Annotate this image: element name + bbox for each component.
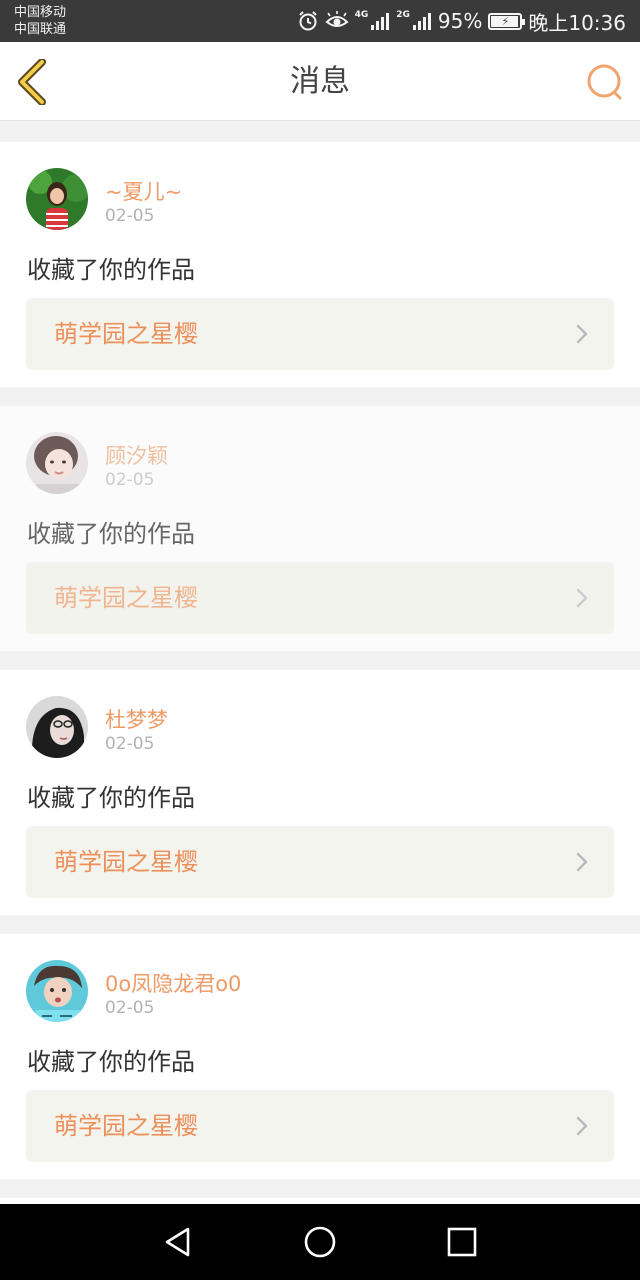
eye-icon (325, 11, 349, 31)
avatar-photo-icon (26, 960, 88, 1022)
battery-icon: ⚡ (488, 12, 526, 30)
message-card: 顾汐颖 02-05 收藏了你的作品 萌学园之星樱 (0, 406, 640, 651)
avatar[interactable] (26, 960, 88, 1022)
username[interactable]: 0o凤隐龙君o0 (105, 968, 241, 998)
home-circle-icon (304, 1226, 336, 1258)
action-text: 收藏了你的作品 (27, 784, 195, 812)
work-title: 萌学园之星樱 (54, 1112, 198, 1140)
avatar-photo-icon (26, 696, 88, 758)
net-type-1: 4G (354, 9, 369, 20)
avatar[interactable] (26, 432, 88, 494)
work-title: 萌学园之星樱 (54, 584, 198, 612)
nav-recents-button[interactable] (442, 1222, 482, 1262)
clock: 晚上10:36 (528, 10, 626, 35)
chat-bubble-icon (587, 64, 622, 100)
message-card: ~夏儿~ 02-05 收藏了你的作品 萌学园之星樱 (0, 142, 640, 387)
message-card: 杜梦梦 02-05 收藏了你的作品 萌学园之星樱 (0, 670, 640, 915)
action-text: 收藏了你的作品 (27, 256, 195, 284)
message-date: 02-05 (105, 470, 155, 490)
carrier-1: 中国移动 (14, 5, 67, 20)
alarm-icon (297, 10, 319, 32)
back-triangle-icon (165, 1227, 190, 1257)
battery-percent: 95% (437, 9, 483, 33)
status-bar: 中国移动 中国联通 4G 2G 95% ⚡ 晚上10:36 (0, 0, 640, 42)
action-text: 收藏了你的作品 (27, 1048, 195, 1076)
avatar[interactable] (26, 168, 88, 230)
chevron-right-icon (576, 588, 588, 608)
carrier-2: 中国联通 (14, 22, 67, 37)
signal-4g-icon (370, 11, 390, 31)
message-date: 02-05 (105, 734, 155, 754)
avatar[interactable] (26, 696, 88, 758)
work-title: 萌学园之星樱 (54, 848, 198, 876)
chevron-right-icon (576, 324, 588, 344)
recents-square-icon (447, 1227, 477, 1257)
chevron-right-icon (576, 1116, 588, 1136)
work-link[interactable]: 萌学园之星樱 (26, 562, 614, 634)
username[interactable]: ~夏儿~ (105, 176, 182, 206)
username[interactable]: 杜梦梦 (105, 704, 168, 734)
avatar-photo-icon (26, 432, 88, 494)
work-link[interactable]: 萌学园之星樱 (26, 826, 614, 898)
system-nav-bar (0, 1204, 640, 1280)
status-icons: 4G 2G 95% ⚡ 晚上10:36 (297, 0, 626, 42)
nav-home-button[interactable] (300, 1222, 340, 1262)
message-date: 02-05 (105, 206, 155, 226)
chevron-right-icon (576, 852, 588, 872)
username[interactable]: 顾汐颖 (105, 440, 168, 470)
message-card: 0o凤隐龙君o0 02-05 收藏了你的作品 萌学园之星樱 (0, 934, 640, 1179)
work-title: 萌学园之星樱 (54, 320, 198, 348)
message-date: 02-05 (105, 998, 155, 1018)
chat-button[interactable] (584, 62, 624, 102)
work-link[interactable]: 萌学园之星樱 (26, 1090, 614, 1162)
app-header: 消息 (0, 42, 640, 121)
nav-back-button[interactable] (158, 1222, 198, 1262)
net-type-2: 2G (396, 9, 410, 20)
avatar-photo-icon (26, 168, 88, 230)
action-text: 收藏了你的作品 (27, 520, 195, 548)
signal-2g-icon (412, 11, 432, 31)
work-link[interactable]: 萌学园之星樱 (26, 298, 614, 370)
charging-bolt-icon: ⚡ (501, 14, 510, 28)
page-title: 消息 (290, 64, 350, 99)
carrier-names: 中国移动 中国联通 (14, 4, 66, 38)
